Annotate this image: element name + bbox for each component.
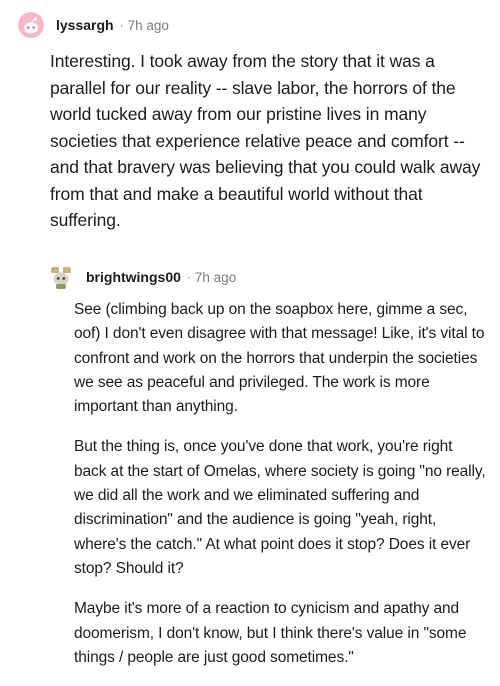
username[interactable]: brightwings00 [86, 269, 181, 285]
separator-dot: · [186, 270, 191, 284]
comment-header: brightwings00 · 7h ago [48, 262, 488, 292]
comment-paragraph: Maybe it's more of a reaction to cynicis… [74, 600, 467, 666]
timestamp[interactable]: 7h ago [195, 270, 236, 285]
comment-body: See (climbing back up on the soapbox her… [74, 298, 488, 670]
separator-dot: · [119, 18, 124, 32]
comment-paragraph: But the thing is, once you've done that … [74, 438, 486, 577]
pink-snoo-avatar-icon[interactable] [18, 12, 44, 38]
comment-body: Interesting. I took away from the story … [50, 51, 481, 230]
comment-header: lyssargh · 7h ago [18, 10, 488, 40]
timestamp[interactable]: 7h ago [128, 18, 169, 33]
comment-paragraph: See (climbing back up on the soapbox her… [74, 301, 485, 416]
comment-lyssargh: lyssargh · 7h ago Interesting. I took aw… [18, 10, 488, 234]
username[interactable]: lyssargh [56, 17, 114, 33]
comment-brightwings00: brightwings00 · 7h ago See (climbing bac… [48, 262, 488, 686]
custom-snoo-avatar-icon[interactable] [48, 264, 74, 290]
